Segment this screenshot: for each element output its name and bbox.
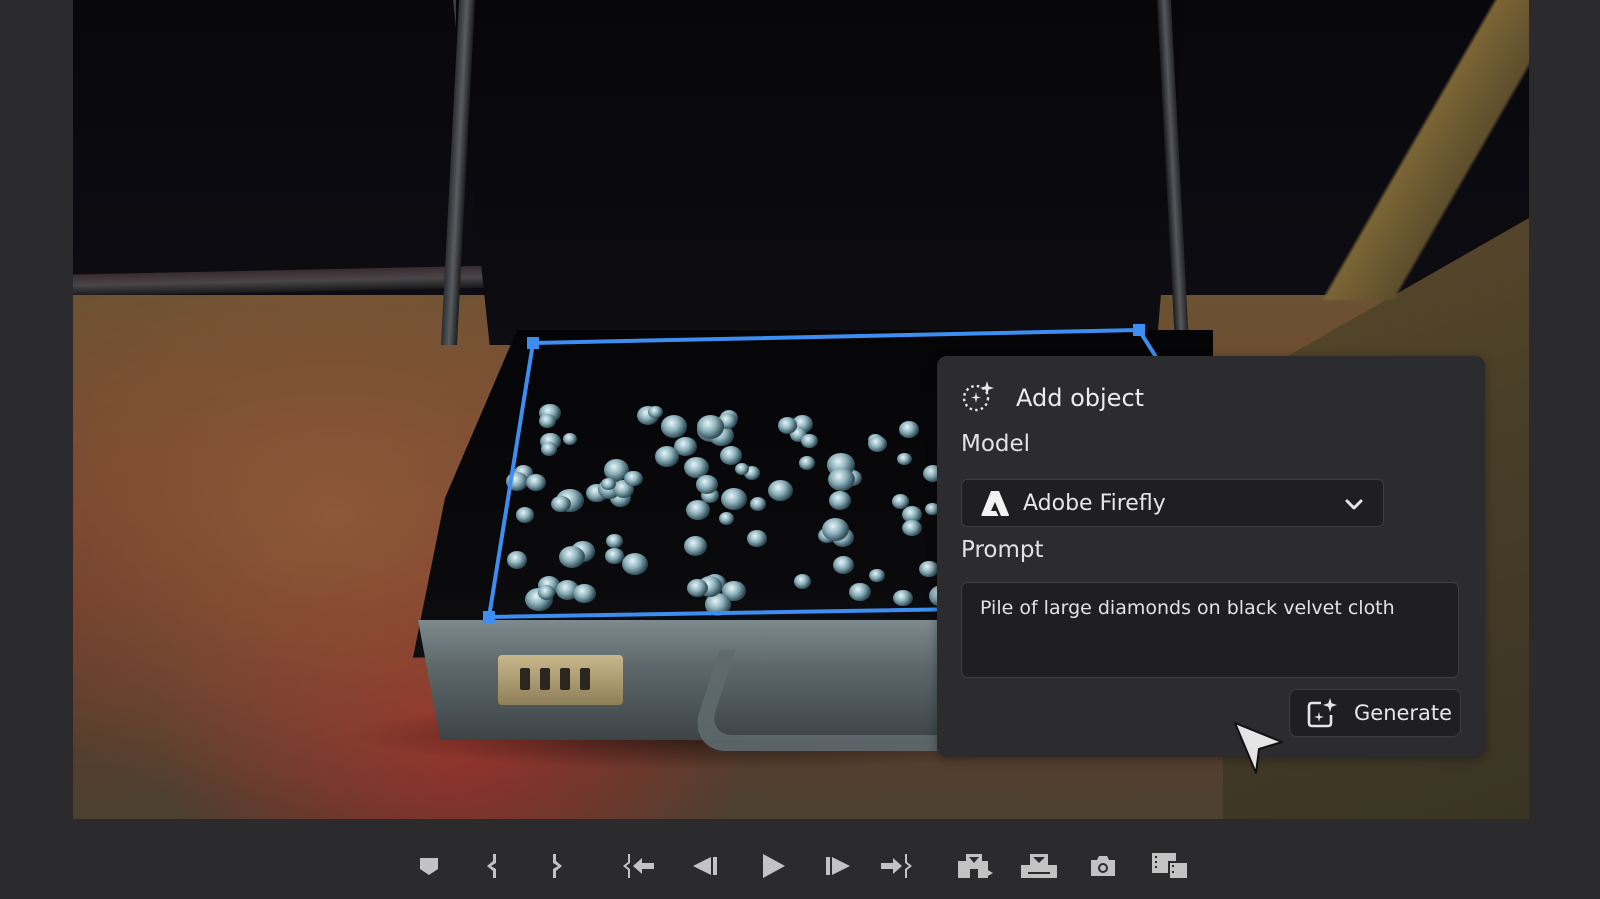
mark-out-icon [549,853,563,883]
mouse-cursor-icon [1232,720,1288,780]
chevron-down-icon[interactable] [1343,493,1365,519]
diamond [661,415,688,438]
diamond [828,467,856,491]
diamond [550,495,571,513]
diamond [506,551,528,569]
diamond [696,415,725,439]
go-to-in-icon [623,853,655,883]
diamond [833,556,855,575]
model-label: Model [961,431,1031,457]
generate-sparkle-icon [1306,697,1338,729]
diamond [601,478,616,491]
insert-icon [956,853,994,883]
diamond [768,480,793,502]
diamond [558,545,585,568]
add-object-panel: Add object Model Adobe Firefly Prompt Pi… [937,356,1485,757]
step-back-button[interactable] [688,850,724,886]
play-icon [762,853,786,883]
diamond [515,507,534,523]
diamond [696,475,718,494]
prompt-label: Prompt [961,537,1044,563]
diamond [525,473,547,492]
go-to-in-button[interactable] [621,850,657,886]
camera-icon [1089,855,1117,881]
diamond [506,471,529,491]
diamond [606,534,623,549]
diamond [624,470,643,487]
diamond [621,553,648,576]
diamond [563,432,578,445]
diamond [538,585,556,600]
diamond [540,442,557,456]
diamond [897,452,912,466]
diamond [800,433,818,448]
diamond [902,519,922,537]
transport-controls [0,850,1600,890]
step-forward-icon [824,855,850,881]
diamond [573,584,596,604]
panel-header: Add object [960,378,1144,418]
add-marker-button[interactable] [411,850,447,886]
generate-label: Generate [1354,701,1453,725]
diamond [793,573,811,589]
diamond [893,589,913,607]
insert-button[interactable] [955,850,995,886]
diamond [721,487,747,510]
diamond [684,536,708,556]
panel-title: Add object [1016,384,1145,412]
model-selected-value: Adobe Firefly [1023,490,1166,516]
model-dropdown[interactable]: Adobe Firefly [961,479,1384,527]
export-frame-button[interactable] [1085,850,1121,886]
prompt-input[interactable]: Pile of large diamonds on black velvet c… [961,582,1459,678]
step-forward-button[interactable] [819,850,855,886]
diamond [798,456,815,471]
step-back-icon [693,855,719,881]
diamond [718,512,735,526]
comparison-view-icon [1151,852,1189,884]
diamond [899,420,919,438]
diamond [849,582,872,602]
diamond [648,405,664,419]
generate-button[interactable]: Generate [1289,689,1461,737]
mark-out-button[interactable] [538,850,574,886]
diamond [685,499,710,520]
diamond [868,568,885,583]
diamond [821,517,850,542]
generative-fill-sparkle-icon [960,378,996,418]
marker-icon [419,856,439,880]
diamond [777,417,798,434]
go-to-out-icon [880,853,912,883]
diamond [749,497,767,512]
diamond [868,435,888,452]
diamond [605,547,624,564]
overwrite-icon [1020,853,1058,883]
diamond [654,446,680,467]
diamond [829,491,852,510]
diamond [539,413,557,428]
diamond [747,530,767,547]
mark-in-button[interactable] [475,850,511,886]
play-button[interactable] [756,850,792,886]
comparison-view-button[interactable] [1150,850,1190,886]
adobe-firefly-logo-icon [980,489,1010,517]
mark-in-icon [486,853,500,883]
overwrite-button[interactable] [1019,850,1059,886]
go-to-out-button[interactable] [878,850,914,886]
